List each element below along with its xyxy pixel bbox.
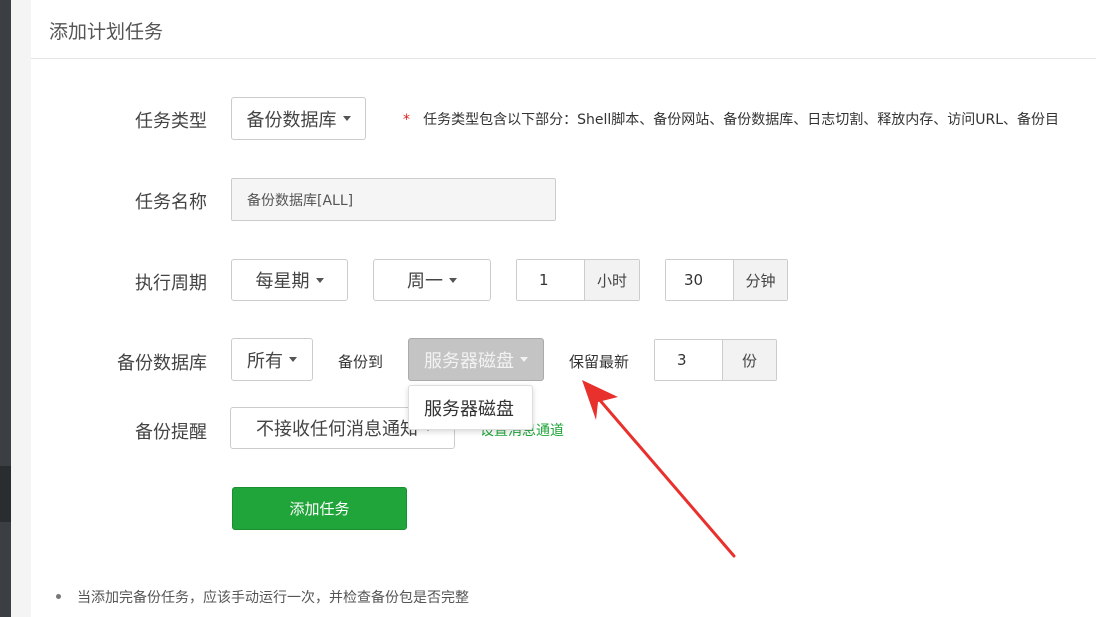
backup-destination-select[interactable]: 服务器磁盘 xyxy=(408,338,544,381)
weekday-select[interactable]: 周一 xyxy=(373,259,491,301)
hour-input[interactable]: 1 xyxy=(517,260,585,300)
minute-value: 30 xyxy=(684,271,704,289)
reminder-label: 备份提醒 xyxy=(135,422,207,443)
note-text: 当添加完备份任务，应该手动运行一次，并检查备份包是否完整 xyxy=(77,590,469,606)
sidebar-active-block xyxy=(0,466,11,522)
task-name-value: 备份数据库[ALL] xyxy=(247,192,354,209)
task-name-input[interactable]: 备份数据库[ALL] xyxy=(231,178,556,221)
task-type-label: 任务类型 xyxy=(135,111,207,132)
caret-down-icon xyxy=(449,277,457,283)
task-name-label: 任务名称 xyxy=(135,192,207,213)
hour-value: 1 xyxy=(539,271,549,289)
left-sidebar-strip xyxy=(0,0,11,617)
minute-input[interactable]: 30 xyxy=(666,260,734,300)
backup-to-label: 备份到 xyxy=(338,353,384,371)
task-type-select[interactable]: 备份数据库 xyxy=(231,97,366,140)
frequency-select[interactable]: 每星期 xyxy=(231,259,348,301)
caret-down-icon xyxy=(520,357,528,362)
backup-db-label: 备份数据库 xyxy=(117,353,207,374)
keep-latest-label: 保留最新 xyxy=(569,353,630,371)
panel-header: 添加计划任务 xyxy=(31,0,1096,59)
hour-input-group: 1 小时 xyxy=(516,259,640,301)
keep-count-unit: 份 xyxy=(723,340,776,380)
frequency-value: 每星期 xyxy=(255,271,310,292)
weekday-value: 周一 xyxy=(407,271,443,292)
reminder-value: 不接收任何消息通知 xyxy=(256,419,418,440)
backup-destination-dropdown: 服务器磁盘 xyxy=(408,385,533,430)
add-task-button[interactable]: 添加任务 xyxy=(232,487,407,530)
caret-down-icon xyxy=(342,116,351,121)
database-select[interactable]: 所有 xyxy=(231,338,313,381)
task-form-panel: 添加计划任务 任务类型 备份数据库 * 任务类型包含以下部分：Shell脚本、备… xyxy=(31,0,1096,617)
caret-down-icon xyxy=(289,357,297,362)
hour-unit: 小时 xyxy=(585,260,639,300)
period-label: 执行周期 xyxy=(135,273,207,294)
minute-unit: 分钟 xyxy=(734,260,787,300)
keep-count-group: 3 份 xyxy=(654,339,777,381)
task-type-hint: * 任务类型包含以下部分：Shell脚本、备份网站、备份数据库、日志切割、释放内… xyxy=(403,109,1059,129)
keep-count-value: 3 xyxy=(677,351,687,369)
caret-down-icon xyxy=(315,277,324,283)
task-type-value: 备份数据库 xyxy=(246,109,337,131)
required-star: * xyxy=(403,112,410,128)
page-title: 添加计划任务 xyxy=(49,21,164,43)
task-type-hint-text: 任务类型包含以下部分：Shell脚本、备份网站、备份数据库、日志切割、释放内存、… xyxy=(423,112,1060,128)
keep-count-input[interactable]: 3 xyxy=(655,340,723,380)
backup-destination-value: 服务器磁盘 xyxy=(424,350,514,372)
database-value: 所有 xyxy=(247,350,283,372)
minute-input-group: 30 分钟 xyxy=(665,259,788,301)
note-bullet xyxy=(56,594,61,599)
dropdown-option-server-disk[interactable]: 服务器磁盘 xyxy=(424,395,514,421)
